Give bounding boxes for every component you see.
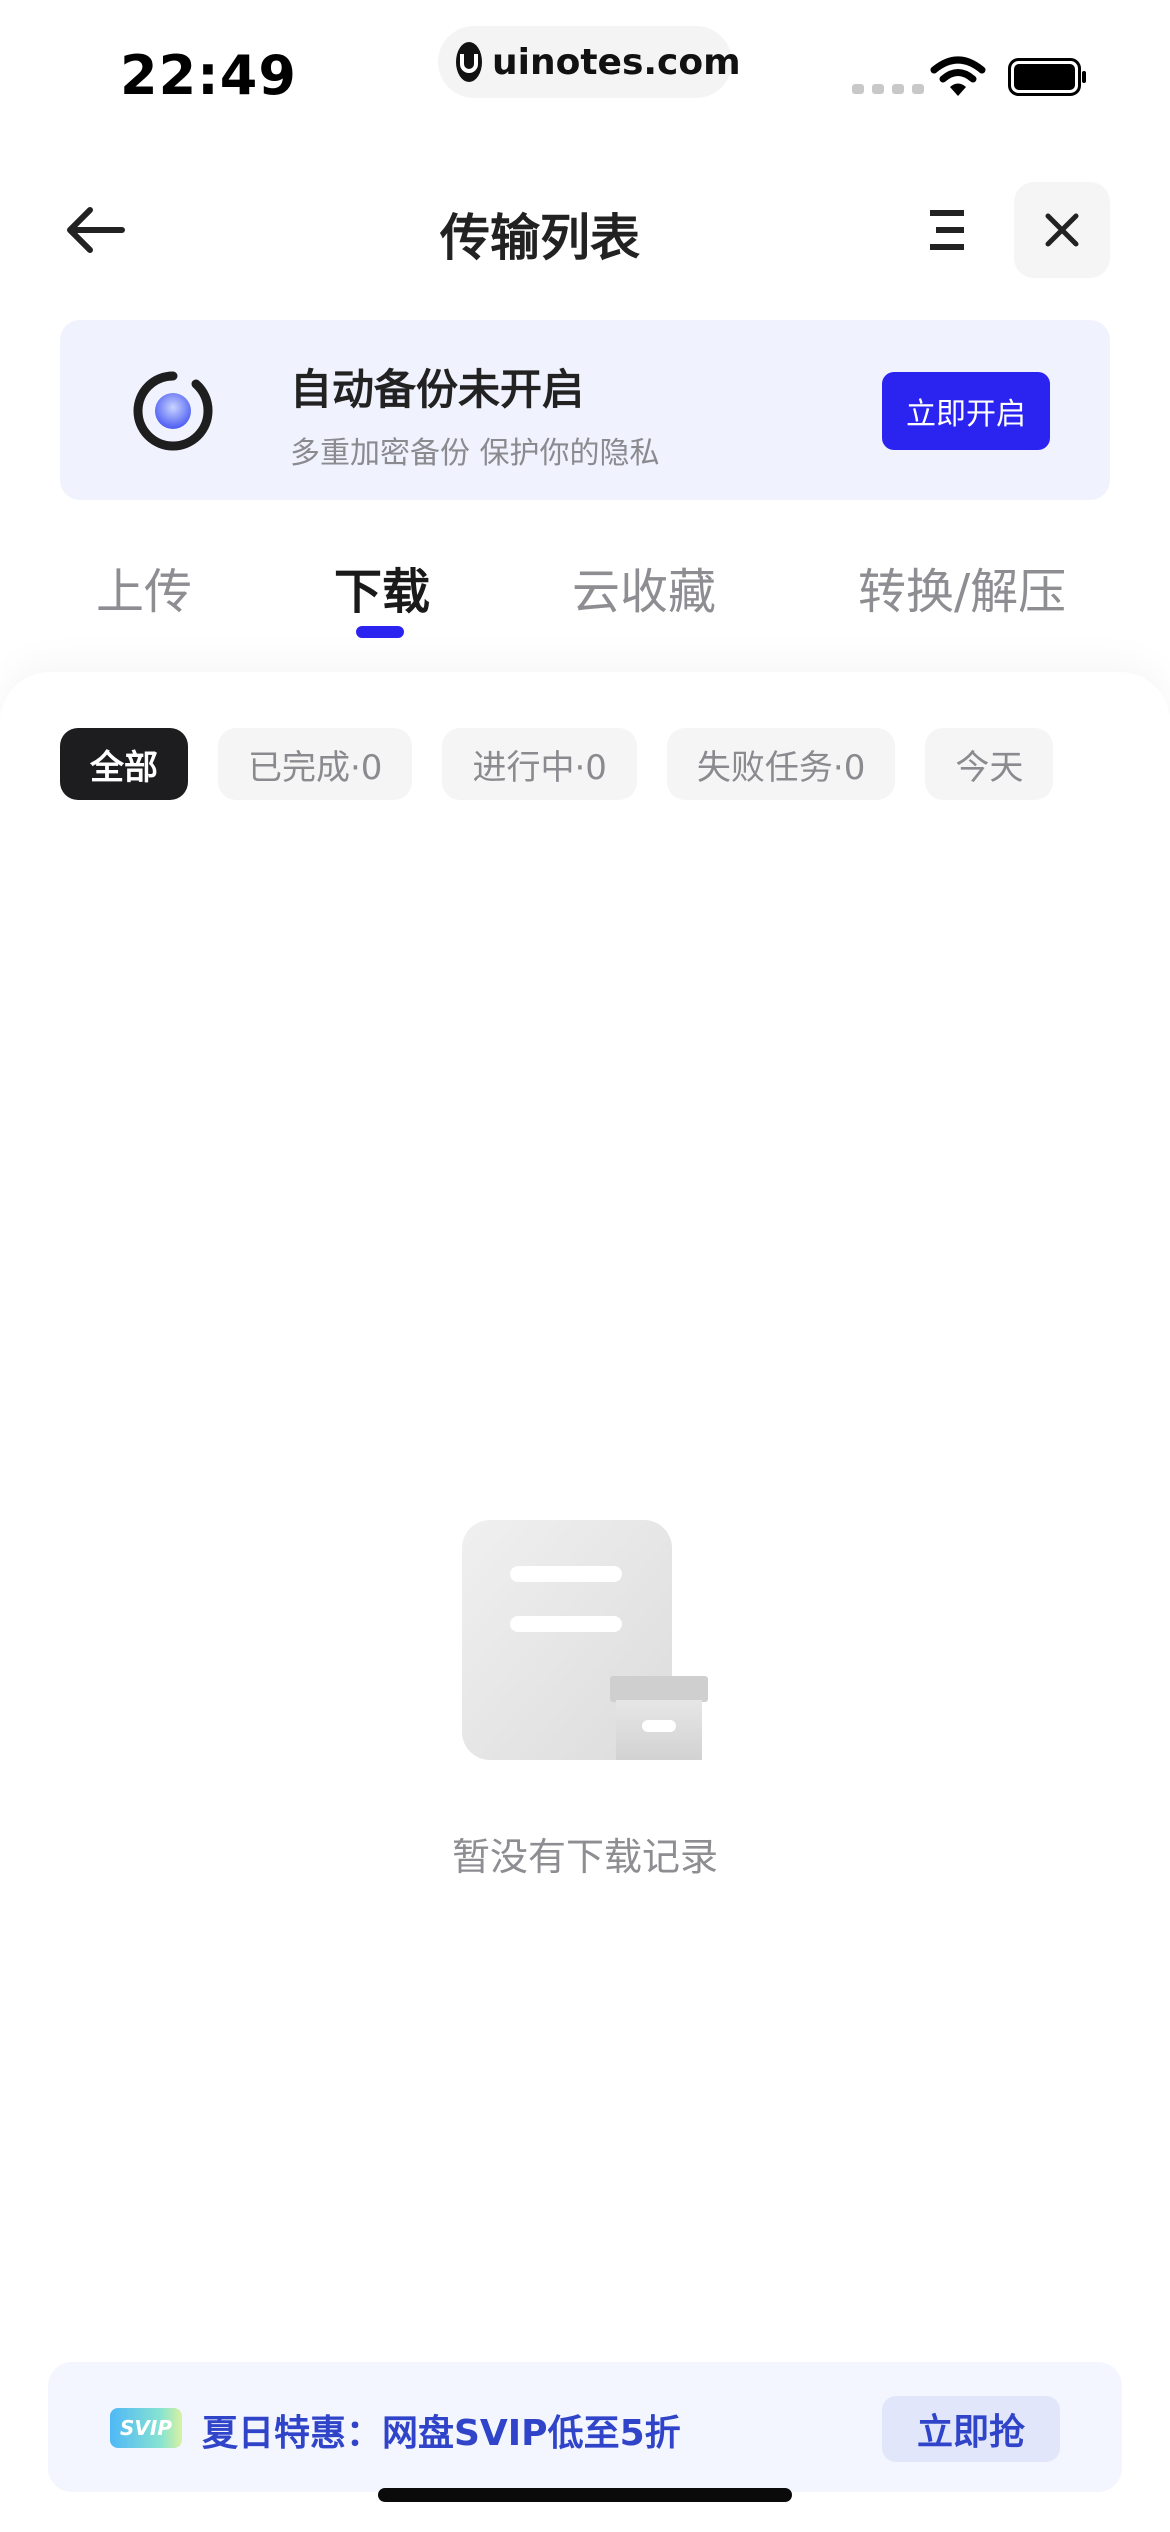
close-button[interactable] [1014,182,1110,278]
filter-completed[interactable]: 已完成·0 [218,728,413,800]
filter-failed[interactable]: 失败任务·0 [666,728,896,800]
promo-text: 夏日特惠：网盘SVIP低至5折 [202,2413,681,2454]
site-logo-icon [456,42,482,82]
home-indicator[interactable] [378,2488,792,2502]
tab-upload[interactable]: 上传 [96,552,192,622]
backup-sync-icon [133,371,213,451]
banner-subtitle: 多重加密备份 保护你的隐私 [290,436,660,471]
banner-title: 自动备份未开启 [290,365,585,414]
grab-deal-button[interactable]: 立即抢 [882,2396,1060,2462]
active-tab-indicator [356,626,404,638]
tab-download[interactable]: 下载 [334,552,430,622]
tab-cloud-favorites[interactable]: 云收藏 [572,552,716,622]
battery-icon [1008,58,1086,96]
page-title: 传输列表 [440,209,640,267]
status-time: 22:49 [120,44,297,107]
url-pill[interactable]: uinotes.com [438,26,741,98]
filter-today[interactable]: 今天 [925,728,1054,800]
empty-document-icon [462,1520,708,1760]
wifi-icon [930,56,986,96]
tab-convert-extract[interactable]: 转换/解压 [858,552,1066,622]
list-menu-icon[interactable] [920,200,976,260]
filter-all[interactable]: 全部 [60,728,188,800]
enable-backup-button[interactable]: 立即开启 [882,372,1050,450]
svip-badge: SVIP [110,2408,182,2448]
filter-chips: 全部 已完成·0 进行中·0 失败任务·0 今天 [60,728,1054,800]
empty-state-text: 暂没有下载记录 [451,1835,718,1879]
close-icon [1045,213,1079,247]
url-text: uinotes.com [492,41,741,83]
filter-in-progress[interactable]: 进行中·0 [442,728,637,800]
cellular-signal-icon [852,84,924,94]
